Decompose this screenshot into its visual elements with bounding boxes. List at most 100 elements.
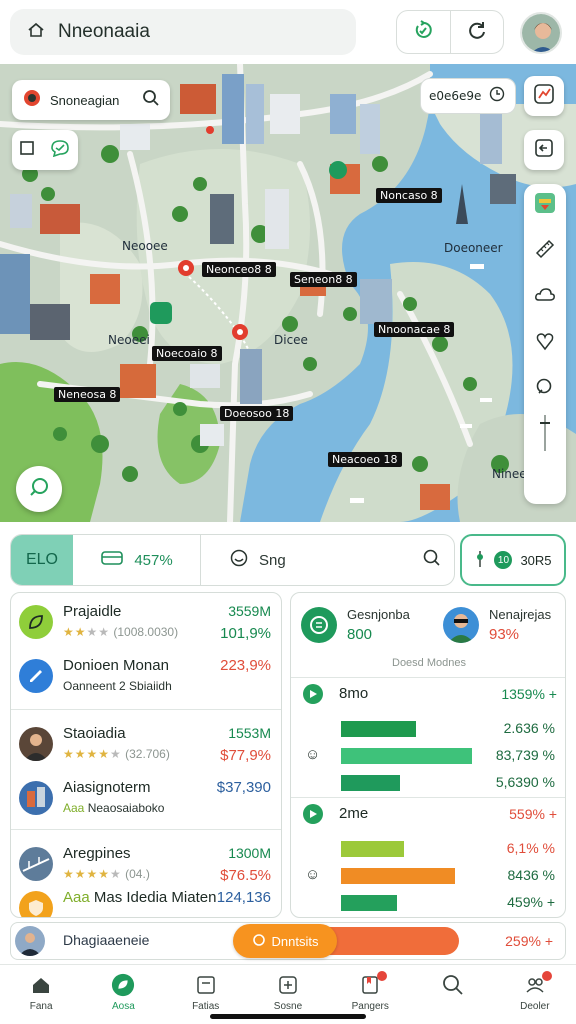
tab-rate[interactable]: 457%	[73, 535, 201, 585]
pin-tool[interactable]	[532, 330, 558, 356]
shield-icon	[19, 891, 53, 917]
map-label[interactable]: Neneosa 8	[54, 387, 121, 402]
refresh-button[interactable]	[449, 11, 504, 53]
exit-icon	[533, 137, 555, 164]
value-bar	[341, 721, 416, 737]
stats-panel: Gesnjonba 800 Nenajrejas 93% Doesd Modne…	[290, 592, 566, 918]
nav-item-profile[interactable]: Deoler	[494, 965, 576, 1024]
leaf-icon	[19, 605, 53, 639]
clock-icon	[489, 86, 505, 107]
heart-pin-icon	[534, 330, 556, 357]
group-row-2[interactable]: 2me 559% +	[291, 797, 565, 829]
list-item-change: $77,9%	[220, 747, 271, 764]
nav-item-search[interactable]	[411, 965, 493, 1024]
map-label[interactable]: Noncaso 8	[376, 188, 442, 203]
ruler-tool[interactable]	[532, 238, 558, 264]
search-icon	[142, 89, 160, 112]
list-item-value: 1300M	[228, 845, 271, 861]
map-search-bar[interactable]: Snoneagian	[12, 80, 170, 120]
play-icon	[303, 683, 323, 704]
layers-tool[interactable]	[532, 192, 558, 218]
kpi-1-name: Gesnjonba	[347, 607, 410, 622]
smile-icon	[229, 548, 249, 572]
map-label[interactable]: Neacoeo 18	[328, 452, 402, 467]
map-label[interactable]: Seneon8 8	[290, 272, 357, 287]
map-canvas	[0, 64, 576, 522]
rating-stars: ★★★★★	[63, 747, 122, 761]
map-label: Neooee	[122, 239, 168, 253]
route-button[interactable]	[524, 76, 564, 116]
tab-elo[interactable]: ELO	[11, 535, 73, 585]
map-label[interactable]: Nnoonacae 8	[374, 322, 455, 337]
bar-value: 83,739 %	[495, 747, 555, 763]
bar-value: 6,1% %	[506, 840, 555, 856]
nav-item-home[interactable]: Fana	[0, 965, 82, 1024]
map-label[interactable]: Doeosoo 18	[220, 406, 294, 421]
zoom-slider[interactable]	[532, 414, 558, 451]
play-icon	[303, 803, 323, 824]
sliders-icon	[474, 549, 486, 572]
total-text: 30R5	[520, 552, 552, 568]
search-tool[interactable]	[532, 376, 558, 402]
total-chip[interactable]: 10 30R5	[460, 534, 566, 586]
home-icon	[29, 973, 53, 997]
summary-action-button[interactable]: Dnntsits	[233, 924, 337, 958]
nav-item-active[interactable]: Aosa	[82, 965, 164, 1024]
main-search-bar[interactable]: Nneonaaia	[10, 9, 356, 55]
list-item-sub: ★★★★★ (32.706)	[63, 747, 170, 761]
stats-caption: Doesd Modnes	[392, 657, 466, 669]
bar-row: 459% +	[291, 893, 565, 913]
bar-row: 5,6390 %	[291, 773, 565, 793]
pencil-icon	[19, 659, 53, 693]
rating-stars: ★★★★★	[63, 867, 122, 881]
time-chip-text: e0e6e9e	[429, 89, 482, 103]
user-avatar[interactable]	[520, 12, 562, 54]
city-map[interactable]: Neonceo8 8 Seneon8 8 Noncaso 8 Nnoonacae…	[0, 64, 576, 522]
bridge-thumb-icon	[19, 847, 53, 881]
nav-label: Sosne	[273, 1001, 303, 1012]
group-2-name: 2me	[339, 805, 369, 822]
home-outline-icon	[26, 20, 46, 45]
list-item-change: $37,390	[216, 779, 271, 796]
layer-toggle[interactable]	[12, 130, 78, 170]
person-avatar	[19, 727, 53, 761]
time-chip[interactable]: e0e6e9e	[420, 78, 516, 114]
kpi-2[interactable]: Nenajrejas 93%	[443, 607, 551, 643]
exit-button[interactable]	[524, 130, 564, 170]
cloud-tool[interactable]	[532, 284, 558, 310]
kpi-header: Gesnjonba 800 Nenajrejas 93% Doesd Modne…	[291, 593, 565, 679]
chat-button[interactable]	[16, 466, 62, 512]
list-item-change: 124,136	[216, 889, 271, 906]
kpi-1[interactable]: Gesnjonba 800	[301, 607, 410, 643]
kpi-2-value: 93%	[489, 626, 520, 643]
slider-icon	[534, 413, 556, 458]
list-item[interactable]: Aregpines ★★★★★ (04.) 1300M $76.5%	[11, 835, 281, 893]
chat-icon	[252, 933, 266, 950]
refresh-check-button[interactable]	[397, 11, 450, 53]
group-row-1[interactable]: 8mo 1359% +	[291, 677, 565, 709]
divider	[11, 829, 281, 830]
main-search-text: Nneonaaia	[58, 21, 150, 42]
bar-row: 6,1% %	[291, 839, 565, 859]
list-item[interactable]: Aiasignoterm Aaa Neaosaiaboko $37,390	[11, 769, 281, 827]
list-item[interactable]: Prajaidle ★★★★ (1008.0030) 3559M 101,9%	[11, 593, 281, 651]
bar-value: 8436 %	[507, 867, 555, 883]
refresh-check-icon	[412, 19, 434, 46]
value-bar	[341, 841, 404, 857]
summary-action-label: Dnntsits	[271, 933, 319, 949]
map-label[interactable]: Neonceo8 8	[202, 262, 276, 277]
list-item[interactable]: Donioen Monan Oanneent 2 Sbiaiidh 223,9%	[11, 647, 281, 705]
ruler-icon	[534, 238, 556, 265]
person-avatar	[15, 926, 45, 956]
value-bar	[341, 748, 472, 764]
map-label[interactable]: Noecoaio 8	[152, 346, 222, 361]
person-avatar	[443, 607, 479, 643]
smile-icon: ☺	[305, 866, 321, 883]
notification-badge	[377, 971, 388, 981]
filter-search[interactable]: Sng	[201, 535, 454, 585]
list-item[interactable]: Staoiadia ★★★★★ (32.706) 1553M $77,9%	[11, 715, 281, 773]
top-action-group	[396, 10, 504, 54]
bar-value: 2.636 %	[503, 720, 555, 736]
list-item[interactable]: Aaa Mas Idedia Miaten 124,136	[11, 889, 281, 917]
route-icon	[533, 83, 555, 110]
